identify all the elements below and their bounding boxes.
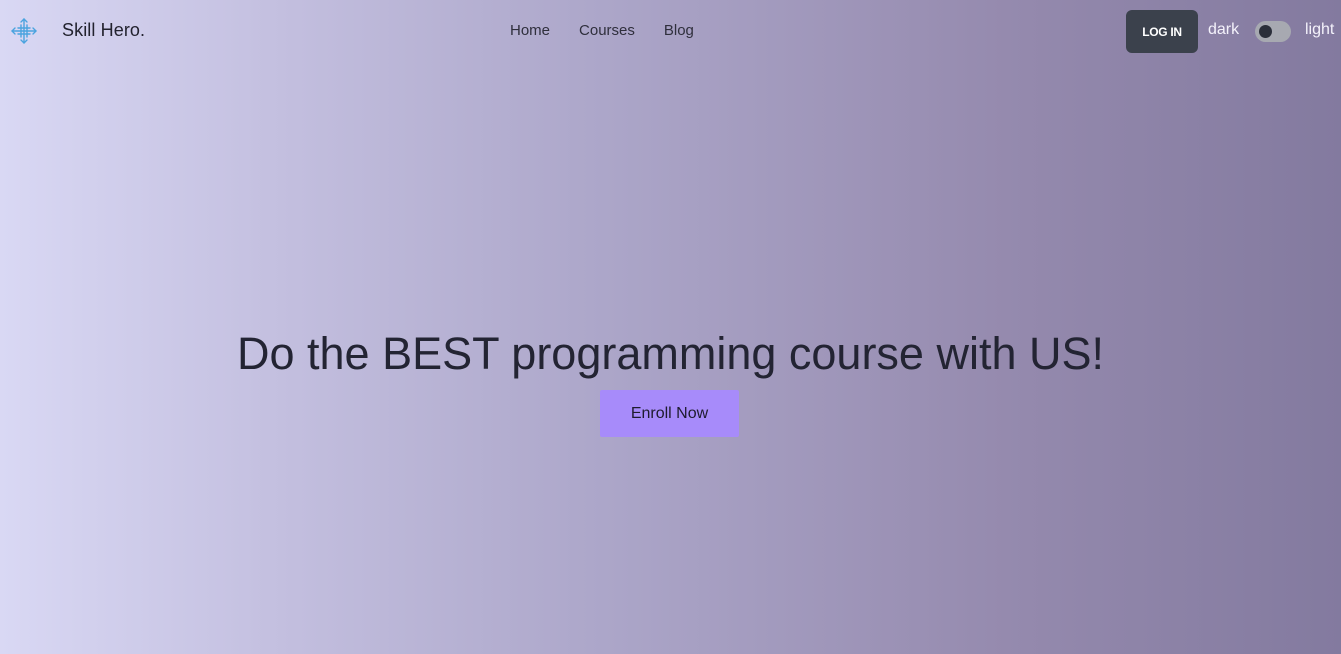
theme-toggle[interactable] (1255, 21, 1291, 42)
navbar: Skill Hero. Home Courses Blog LOG IN dar… (0, 0, 1341, 62)
crosshair-arrows-icon (11, 18, 37, 44)
enroll-now-button[interactable]: Enroll Now (600, 390, 739, 437)
main-nav: Home Courses Blog (510, 22, 723, 39)
landing-page: Skill Hero. Home Courses Blog LOG IN dar… (0, 0, 1341, 654)
nav-link-courses[interactable]: Courses (579, 22, 635, 39)
logo-link[interactable] (10, 17, 38, 45)
login-button[interactable]: LOG IN (1126, 10, 1198, 53)
theme-dark-label: dark (1208, 21, 1240, 38)
nav-link-blog[interactable]: Blog (664, 22, 694, 39)
brand-name[interactable]: Skill Hero. (62, 20, 145, 41)
hero-title: Do the BEST programming course with US! (236, 328, 1105, 379)
theme-light-label: light (1305, 21, 1335, 38)
nav-link-home[interactable]: Home (510, 22, 550, 39)
theme-toggle-knob (1259, 25, 1272, 38)
